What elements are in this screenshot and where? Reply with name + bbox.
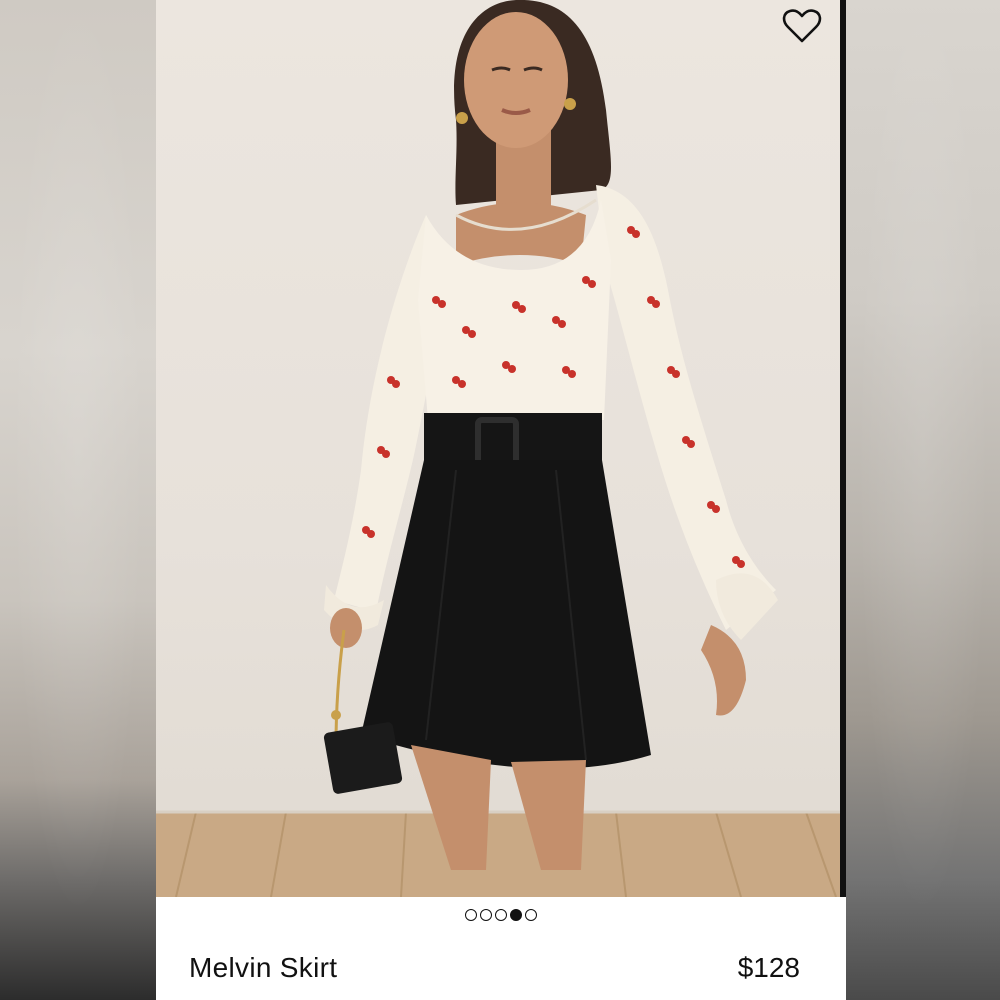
pagination-dot-active[interactable] — [510, 909, 522, 921]
product-price: $128 — [737, 952, 800, 983]
pagination-dot[interactable] — [465, 909, 477, 921]
pagination-dot[interactable] — [480, 909, 492, 921]
scrollbar[interactable] — [840, 0, 846, 897]
pagination-dot[interactable] — [525, 909, 537, 921]
favorite-button[interactable] — [780, 6, 824, 46]
blurred-backdrop-right — [846, 0, 1000, 1000]
gallery-pagination — [156, 909, 846, 925]
product-title: Melvin Skirt — [189, 952, 338, 983]
heart-icon — [782, 9, 822, 43]
model-illustration — [156, 0, 846, 897]
product-photo[interactable] — [156, 0, 846, 897]
product-card[interactable]: Melvin Skirt $128 — [156, 0, 846, 1000]
blurred-backdrop-left — [0, 0, 156, 1000]
pagination-dot[interactable] — [495, 909, 507, 921]
